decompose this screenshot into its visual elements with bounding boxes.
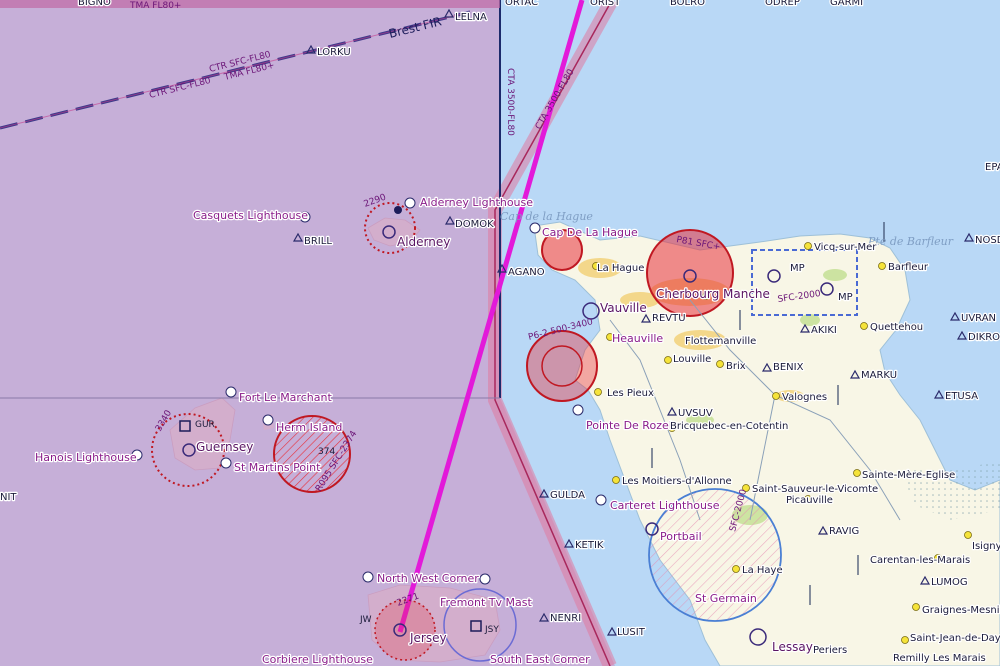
airfield-label: Guernsey: [196, 440, 253, 454]
waypoint-label: LORKU: [317, 47, 351, 58]
waypoint-label: LUMOG: [931, 577, 968, 588]
top-label: GARMI: [830, 0, 863, 8]
town-label: Quettehou: [870, 322, 923, 333]
landmark-label: Fort Le Marchant: [239, 391, 332, 404]
airfield-label: St Germain: [695, 592, 757, 605]
airfield-label: Portbail: [660, 530, 702, 543]
waypoint-label: REVTU: [652, 313, 686, 324]
top-label: ORTAC: [505, 0, 538, 8]
airfield-label: MP: [838, 292, 853, 303]
waypoint-label: NENRI: [550, 613, 581, 624]
waypoint-label: MARKU: [861, 370, 897, 381]
waypoint-label: UVRAN: [961, 313, 996, 324]
town-label: Periers: [813, 645, 847, 656]
airfield-label: MP: [790, 263, 805, 274]
airspace-label: CTA 3500-FL80: [505, 68, 515, 136]
top-label: ODREP: [765, 0, 800, 8]
waypoint-label: NOSDI: [975, 235, 1000, 246]
town-label: La Haye: [742, 565, 783, 576]
airfield-label: Lessay: [772, 640, 813, 654]
town-label: Isigny: [972, 541, 1000, 552]
waypoint-label: AGANO: [508, 267, 545, 278]
town-label: Saint-Sauveur-le-Vicomte: [752, 484, 878, 495]
waypoint-label: KETIK: [575, 540, 604, 551]
elevation-label: 374: [318, 447, 335, 457]
town-label: Carentan-les-Marais: [870, 555, 970, 566]
waypoint-label: UVSUV: [678, 408, 713, 419]
landmark-label: St Martins Point: [234, 461, 321, 474]
landmark-label: Corbiere Lighthouse: [262, 653, 373, 666]
sea-label-barfleur: Pte de Barfleur: [867, 235, 954, 248]
landmark-label: Casquets Lighthouse: [193, 209, 308, 222]
airspace-label: TMA FL80+: [129, 1, 181, 11]
waypoint-label: DIKRO: [968, 332, 1000, 343]
waypoint-label: BRILL: [304, 236, 332, 247]
town-label: Bricquebec-en-Cotentin: [670, 421, 788, 432]
waypoint-label: ETUSA: [945, 391, 978, 402]
lighthouse-icon: [394, 206, 402, 214]
town-label: Sainte-Mère-Eglise: [862, 469, 955, 481]
landmark-label: North West Corner: [377, 572, 479, 585]
waypoint-label: BENIX: [773, 362, 804, 373]
landmark-label: Carteret Lighthouse: [610, 499, 720, 512]
waypoint-label: AKIKI: [811, 325, 837, 336]
town-label: Barfleur: [888, 262, 929, 273]
airfield-code: JSY: [484, 625, 499, 635]
top-label: BOLRO: [670, 0, 705, 8]
waypoint-label: LELNA: [455, 12, 487, 23]
waypoint-label: RAVIG: [829, 526, 859, 537]
landmark-label: Herm Island: [276, 421, 342, 434]
airfield-label: Jersey: [409, 631, 447, 645]
landmark-label: Pointe De Rozel: [586, 419, 672, 432]
landmark-label: Hanois Lighthouse: [35, 451, 137, 464]
sea-label-hague: Cap de la Hague: [500, 210, 593, 223]
vfr-chart-map[interactable]: Brest FIR Cap de la Hague Pte de Barfleu…: [0, 0, 1000, 666]
town-label: Les Pieux: [607, 388, 654, 399]
airfield-label: Vauville: [600, 301, 647, 315]
town-label: Saint-Jean-de-Daye: [910, 633, 1000, 644]
town-label: Les Moitiers-d'Allonne: [622, 476, 732, 487]
town-label: Brix: [726, 361, 746, 372]
top-label: ORIST: [590, 0, 621, 8]
airfield-label: Cherbourg Manche: [656, 287, 770, 301]
waypoint-label: GULDA: [550, 490, 585, 501]
town-label: Flottemanville: [685, 336, 756, 347]
airfield-code: GUR: [195, 420, 215, 430]
town-label: Graignes-Mesnil: [922, 605, 1000, 616]
airfield-label: Alderney: [397, 235, 450, 249]
town-label: La Hague: [597, 263, 644, 274]
town-label: Vicq-sur-Mer: [814, 242, 877, 253]
waypoint-label: EPA: [985, 162, 1000, 173]
waypoint-label: NIT: [0, 492, 17, 503]
waypoint-label: DOMOK: [455, 219, 494, 230]
top-label: BIGNO: [78, 0, 111, 8]
landmark-label: Cap De La Hague: [542, 226, 638, 239]
airfield-code: JW: [359, 615, 372, 625]
landmark-label: South East Corner: [490, 653, 590, 666]
landmark-label: Alderney Lighthouse: [420, 196, 533, 209]
town-label: Valognes: [782, 392, 827, 403]
town-label: Louville: [673, 354, 711, 365]
landmark-label: Fremont Tv Mast: [440, 596, 532, 609]
town-label: Remilly Les Marais: [893, 653, 986, 664]
waypoint-label: LUSIT: [617, 627, 646, 638]
town-label: Picauville: [786, 495, 833, 506]
town-label: Heauville: [612, 332, 663, 345]
